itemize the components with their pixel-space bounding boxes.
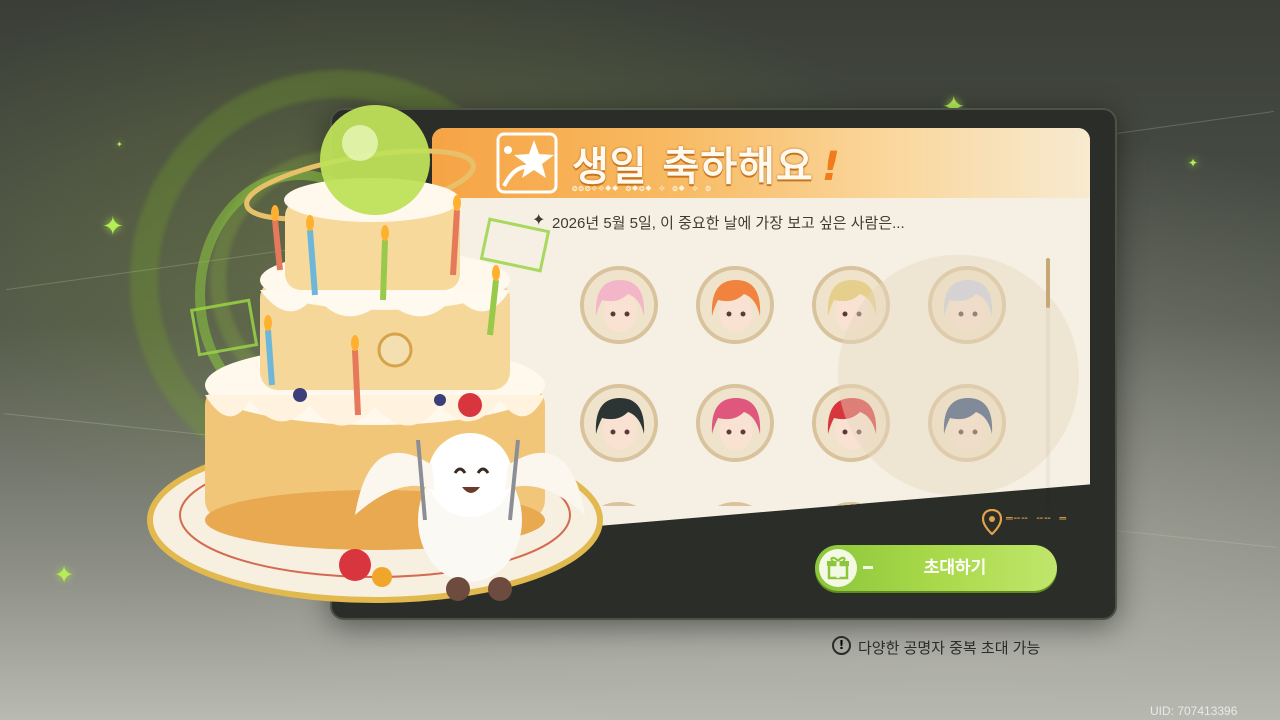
black-haired-avatar[interactable]	[696, 502, 774, 506]
character-grid	[580, 266, 1030, 506]
blue-hat-boy-avatar[interactable]	[928, 384, 1006, 462]
scrollbar-thumb[interactable]	[1046, 258, 1050, 308]
pink-twin-tail-girl-avatar[interactable]	[696, 384, 774, 462]
character-portrait-icon	[932, 270, 1002, 340]
character-portrait-icon	[700, 270, 770, 340]
birthday-cake-illustration	[147, 105, 603, 603]
orange-haired-girl-avatar[interactable]	[696, 266, 774, 344]
sparkle-icon: ✦	[1188, 156, 1199, 170]
exclamation-circle-icon: !	[832, 636, 851, 655]
character-portrait-icon	[932, 388, 1002, 458]
character-list-scrollbar[interactable]	[1046, 258, 1050, 508]
location-pin-icon	[982, 509, 1002, 535]
pin-decoration: ═╌╌ ╌╌ ═	[1006, 512, 1067, 525]
duplicate-invite-notice: 다양한 공명자 중복 초대 가능	[858, 640, 1041, 657]
invite-button[interactable]: 초대하기	[815, 545, 1057, 591]
blonde-boy-avatar[interactable]	[812, 266, 890, 344]
sparkle-icon: ✦	[54, 561, 75, 589]
invite-button-label: 초대하기	[923, 558, 987, 577]
character-portrait-icon	[700, 388, 770, 458]
silver-haired-girl-avatar[interactable]	[928, 266, 1006, 344]
sparkle-icon: ✦	[102, 212, 124, 242]
character-portrait-icon	[816, 388, 886, 458]
user-id-label: UID: 707413396	[1150, 704, 1238, 718]
sparkle-icon: ✦	[116, 140, 123, 149]
character-portrait-icon	[816, 270, 886, 340]
red-horned-girl-avatar[interactable]	[812, 384, 890, 462]
